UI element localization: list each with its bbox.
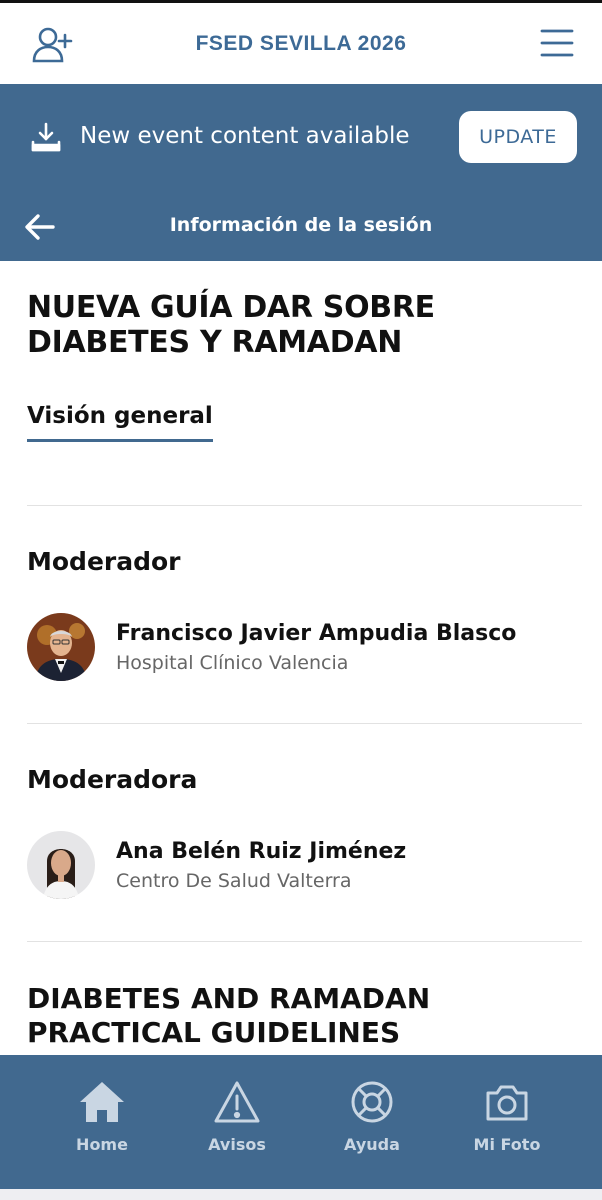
section-label-moderator: Moderador xyxy=(27,547,181,576)
app-header: FSED SEVILLA 2026 xyxy=(0,3,602,84)
nav-label: Ayuda xyxy=(344,1135,400,1154)
session-nav-title: Información de la sesión xyxy=(169,214,433,236)
avatar xyxy=(27,831,95,899)
nav-avisos[interactable]: Avisos xyxy=(182,1079,292,1169)
lifebuoy-icon xyxy=(351,1081,393,1123)
hamburger-menu-icon[interactable] xyxy=(540,27,574,59)
add-user-icon[interactable] xyxy=(32,25,74,65)
tab-overview[interactable]: Visión general xyxy=(27,403,213,442)
nav-mi-foto[interactable]: Mi Foto xyxy=(452,1079,562,1169)
system-gesture-bar xyxy=(0,1189,602,1200)
nav-label: Avisos xyxy=(208,1135,266,1154)
person-organization: Hospital Clínico Valencia xyxy=(116,652,349,674)
home-icon xyxy=(80,1082,124,1122)
nav-label: Mi Foto xyxy=(473,1135,541,1154)
update-message: New event content available xyxy=(80,123,410,149)
section-label-moderator-female: Moderadora xyxy=(27,765,198,794)
nav-label: Home xyxy=(76,1135,128,1154)
bottom-navigation: Home Avisos Ayuda Mi Foto xyxy=(0,1055,602,1189)
session-title: NUEVA GUÍA DAR SOBRE DIABETES Y RAMADAN xyxy=(27,290,435,360)
avatar xyxy=(27,613,95,681)
nav-home[interactable]: Home xyxy=(47,1079,157,1169)
app-title: FSED SEVILLA 2026 xyxy=(195,31,407,55)
update-button[interactable]: UPDATE xyxy=(459,111,577,163)
next-session-title: DIABETES AND RAMADAN PRACTICAL GUIDELINE… xyxy=(27,982,431,1049)
person-name: Ana Belén Ruiz Jiménez xyxy=(116,839,407,864)
person-card-moderator[interactable]: Francisco Javier Ampudia Blasco Hospital… xyxy=(27,613,587,683)
person-organization: Centro De Salud Valterra xyxy=(116,870,352,892)
update-banner: New event content available UPDATE xyxy=(0,111,602,163)
nav-ayuda[interactable]: Ayuda xyxy=(317,1079,427,1169)
header-banner-area: New event content available UPDATE Infor… xyxy=(0,84,602,261)
camera-icon xyxy=(486,1085,528,1121)
divider xyxy=(27,941,582,942)
download-icon xyxy=(31,122,61,152)
person-card-moderator-female[interactable]: Ana Belén Ruiz Jiménez Centro De Salud V… xyxy=(27,831,587,901)
warning-icon xyxy=(214,1081,260,1123)
person-name: Francisco Javier Ampudia Blasco xyxy=(116,621,517,646)
divider xyxy=(27,723,582,724)
session-nav-bar: Información de la sesión xyxy=(0,204,602,248)
divider xyxy=(27,505,582,506)
session-content: NUEVA GUÍA DAR SOBRE DIABETES Y RAMADAN … xyxy=(0,261,602,1055)
